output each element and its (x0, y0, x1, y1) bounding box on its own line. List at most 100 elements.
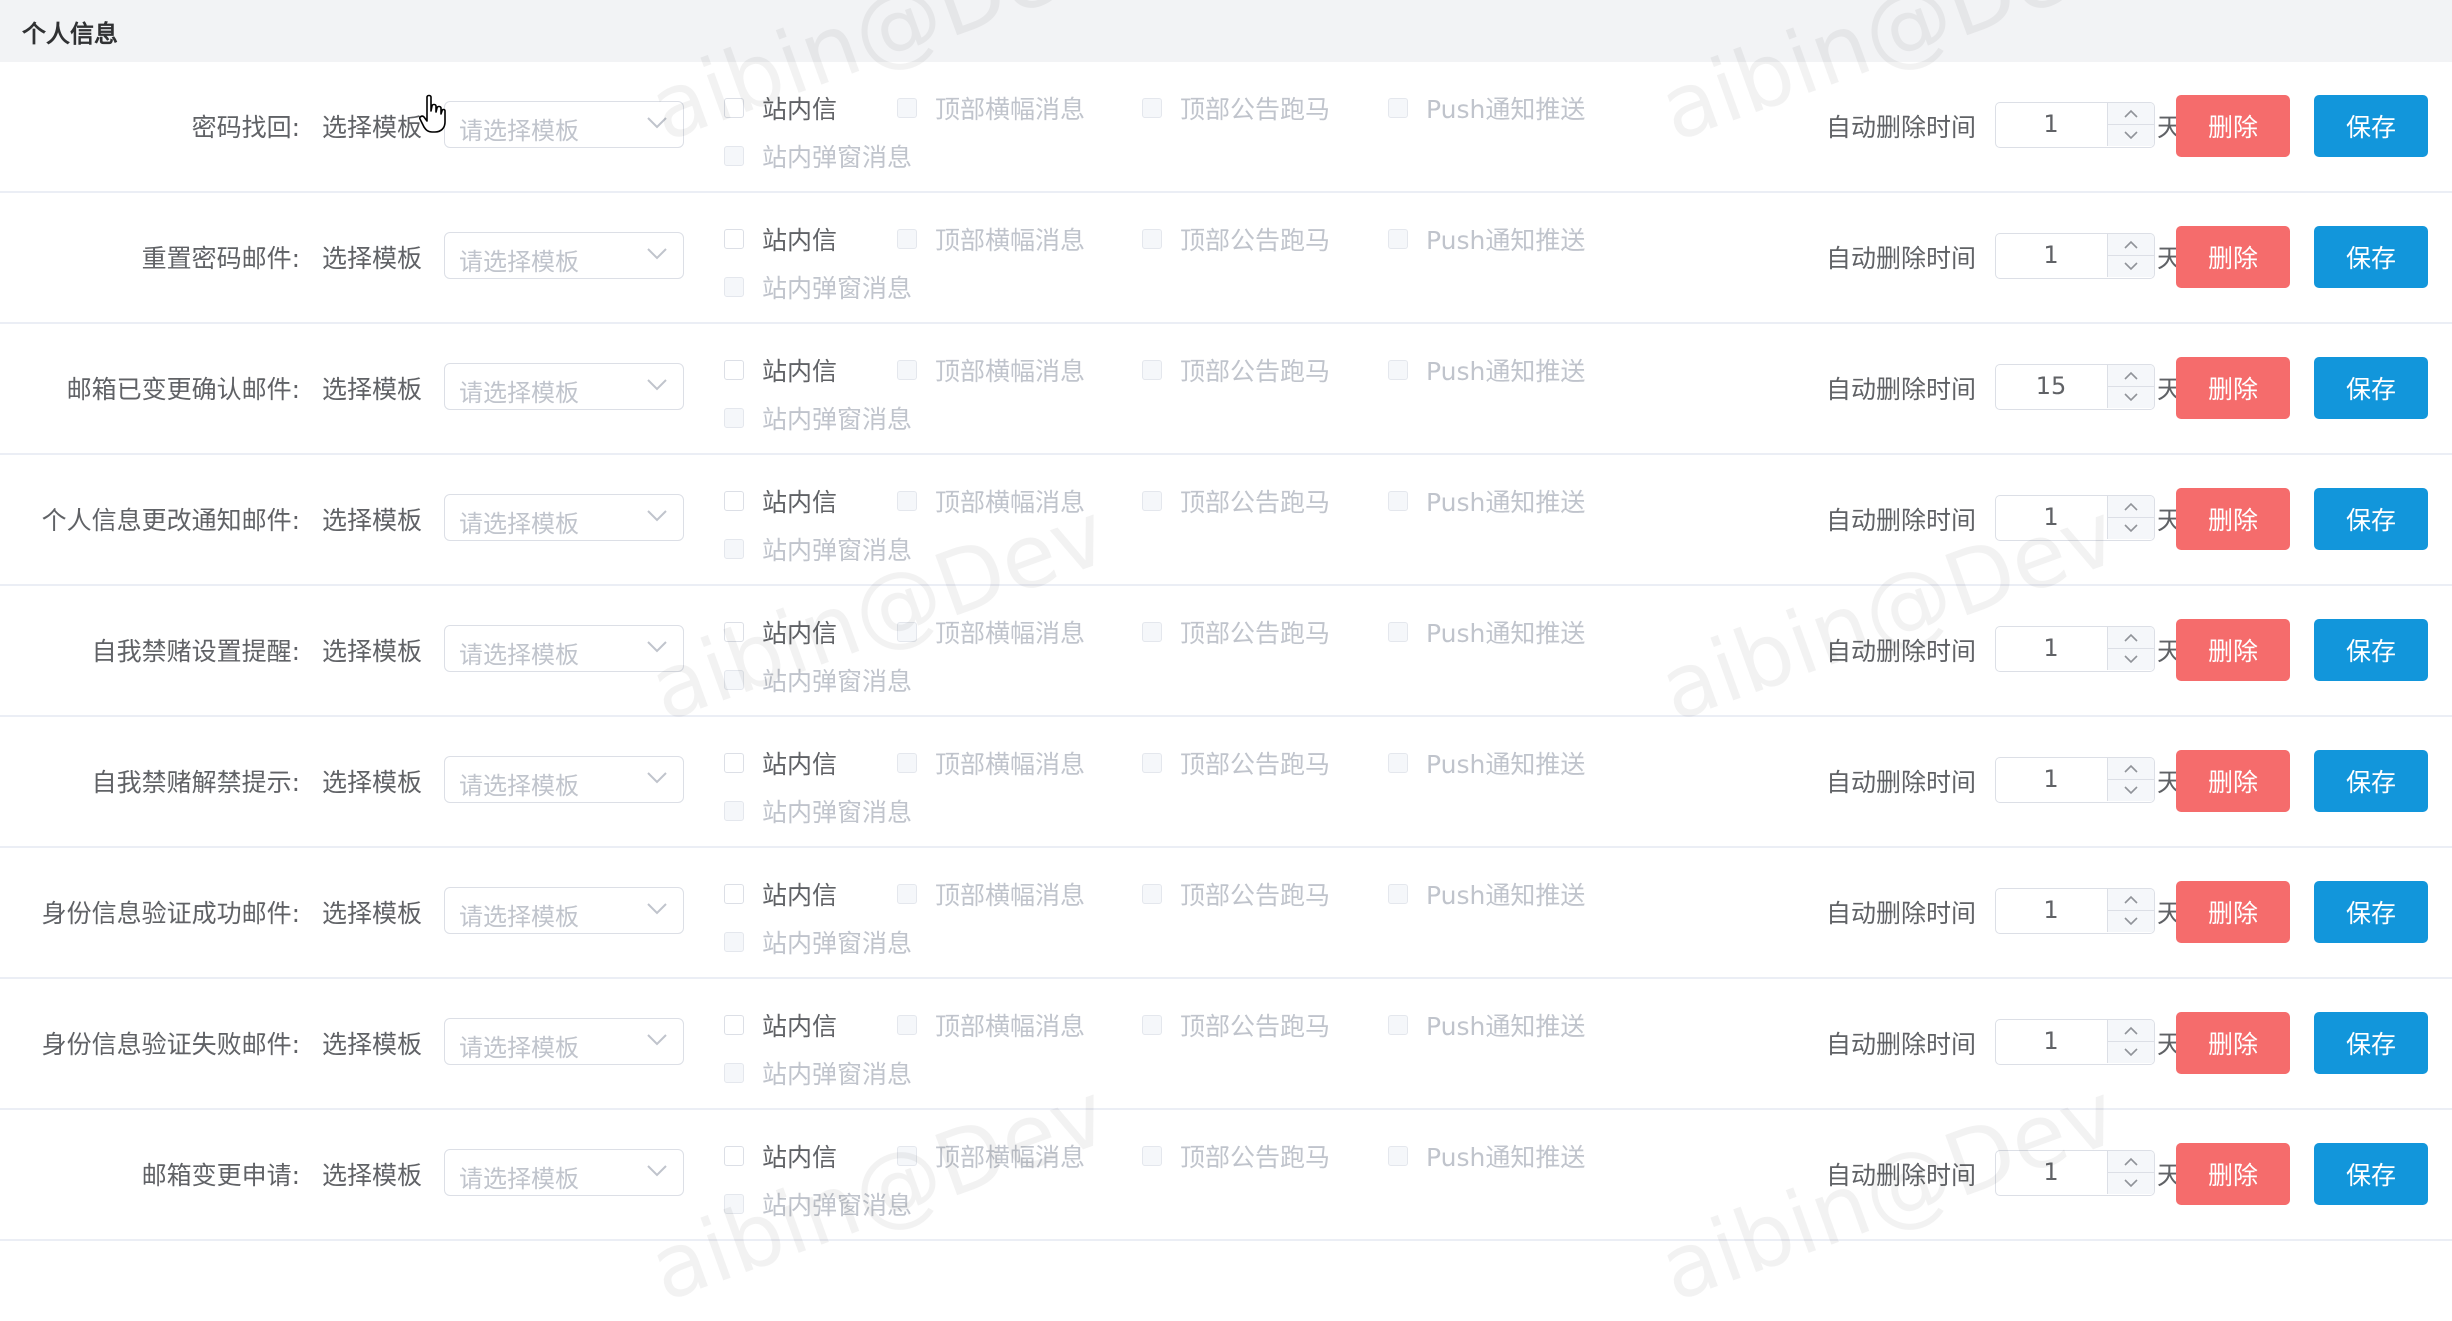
checkbox-inbox[interactable]: 站内信 (724, 1007, 837, 1043)
stepper-down-button[interactable] (2108, 256, 2154, 277)
checkbox-box[interactable] (724, 491, 744, 511)
stepper-down-button[interactable] (2108, 518, 2154, 539)
checkbox-box[interactable] (897, 360, 917, 380)
stepper-down-button[interactable] (2108, 1042, 2154, 1063)
checkbox-box[interactable] (1388, 1015, 1408, 1035)
delete-button[interactable]: 删除 (2176, 226, 2290, 288)
checkbox-inbox[interactable]: 站内信 (724, 483, 837, 519)
checkbox-box[interactable] (1142, 884, 1162, 904)
checkbox-box[interactable] (724, 277, 744, 297)
checkbox-box[interactable] (724, 1194, 744, 1214)
delete-button[interactable]: 删除 (2176, 881, 2290, 943)
template-select[interactable]: 请选择模板 (444, 232, 684, 279)
checkbox-box[interactable] (897, 229, 917, 249)
checkbox-box[interactable] (897, 98, 917, 118)
stepper-up-button[interactable] (2108, 758, 2154, 780)
stepper-up-button[interactable] (2108, 627, 2154, 649)
checkbox-marquee[interactable]: 顶部公告跑马 (1142, 745, 1330, 781)
auto-delete-days-input[interactable]: 1 (1995, 233, 2155, 279)
days-value[interactable]: 1 (1996, 889, 2106, 932)
stepper-up-button[interactable] (2108, 234, 2154, 256)
save-button[interactable]: 保存 (2314, 1143, 2428, 1205)
checkbox-banner[interactable]: 顶部横幅消息 (897, 614, 1085, 650)
checkbox-popup[interactable]: 站内弹窗消息 (724, 1186, 912, 1222)
checkbox-banner[interactable]: 顶部横幅消息 (897, 1138, 1085, 1174)
checkbox-box[interactable] (1142, 622, 1162, 642)
auto-delete-days-input[interactable]: 1 (1995, 888, 2155, 934)
checkbox-box[interactable] (724, 539, 744, 559)
checkbox-marquee[interactable]: 顶部公告跑马 (1142, 352, 1330, 388)
template-select[interactable]: 请选择模板 (444, 1018, 684, 1065)
delete-button[interactable]: 删除 (2176, 750, 2290, 812)
checkbox-inbox[interactable]: 站内信 (724, 90, 837, 126)
checkbox-box[interactable] (724, 670, 744, 690)
checkbox-push[interactable]: Push通知推送 (1388, 614, 1585, 650)
checkbox-box[interactable] (724, 801, 744, 821)
delete-button[interactable]: 删除 (2176, 1012, 2290, 1074)
checkbox-box[interactable] (1142, 229, 1162, 249)
delete-button[interactable]: 删除 (2176, 95, 2290, 157)
checkbox-banner[interactable]: 顶部横幅消息 (897, 221, 1085, 257)
checkbox-popup[interactable]: 站内弹窗消息 (724, 793, 912, 829)
auto-delete-days-input[interactable]: 1 (1995, 626, 2155, 672)
checkbox-push[interactable]: Push通知推送 (1388, 90, 1585, 126)
checkbox-box[interactable] (1142, 98, 1162, 118)
checkbox-popup[interactable]: 站内弹窗消息 (724, 138, 912, 174)
checkbox-box[interactable] (897, 491, 917, 511)
save-button[interactable]: 保存 (2314, 881, 2428, 943)
save-button[interactable]: 保存 (2314, 95, 2428, 157)
save-button[interactable]: 保存 (2314, 226, 2428, 288)
days-value[interactable]: 1 (1996, 234, 2106, 277)
checkbox-box[interactable] (897, 622, 917, 642)
checkbox-box[interactable] (724, 408, 744, 428)
days-value[interactable]: 1 (1996, 1151, 2106, 1194)
checkbox-banner[interactable]: 顶部横幅消息 (897, 90, 1085, 126)
checkbox-box[interactable] (1388, 753, 1408, 773)
stepper-up-button[interactable] (2108, 365, 2154, 387)
checkbox-box[interactable] (1142, 1146, 1162, 1166)
checkbox-banner[interactable]: 顶部横幅消息 (897, 352, 1085, 388)
stepper-down-button[interactable] (2108, 780, 2154, 801)
checkbox-popup[interactable]: 站内弹窗消息 (724, 662, 912, 698)
checkbox-popup[interactable]: 站内弹窗消息 (724, 269, 912, 305)
checkbox-box[interactable] (724, 622, 744, 642)
checkbox-box[interactable] (897, 753, 917, 773)
stepper-up-button[interactable] (2108, 496, 2154, 518)
checkbox-inbox[interactable]: 站内信 (724, 221, 837, 257)
checkbox-banner[interactable]: 顶部横幅消息 (897, 876, 1085, 912)
checkbox-popup[interactable]: 站内弹窗消息 (724, 531, 912, 567)
checkbox-marquee[interactable]: 顶部公告跑马 (1142, 614, 1330, 650)
delete-button[interactable]: 删除 (2176, 357, 2290, 419)
template-select[interactable]: 请选择模板 (444, 1149, 684, 1196)
template-select[interactable]: 请选择模板 (444, 625, 684, 672)
stepper-down-button[interactable] (2108, 387, 2154, 408)
checkbox-box[interactable] (724, 1063, 744, 1083)
days-value[interactable]: 1 (1996, 496, 2106, 539)
checkbox-marquee[interactable]: 顶部公告跑马 (1142, 90, 1330, 126)
checkbox-banner[interactable]: 顶部横幅消息 (897, 483, 1085, 519)
days-value[interactable]: 1 (1996, 1020, 2106, 1063)
checkbox-banner[interactable]: 顶部横幅消息 (897, 1007, 1085, 1043)
auto-delete-days-input[interactable]: 1 (1995, 102, 2155, 148)
days-value[interactable]: 1 (1996, 627, 2106, 670)
checkbox-box[interactable] (1142, 1015, 1162, 1035)
checkbox-box[interactable] (1388, 360, 1408, 380)
stepper-down-button[interactable] (2108, 911, 2154, 932)
checkbox-box[interactable] (724, 932, 744, 952)
save-button[interactable]: 保存 (2314, 357, 2428, 419)
checkbox-marquee[interactable]: 顶部公告跑马 (1142, 221, 1330, 257)
checkbox-box[interactable] (1142, 491, 1162, 511)
delete-button[interactable]: 删除 (2176, 619, 2290, 681)
checkbox-box[interactable] (1388, 98, 1408, 118)
template-select[interactable]: 请选择模板 (444, 494, 684, 541)
stepper-up-button[interactable] (2108, 889, 2154, 911)
checkbox-popup[interactable]: 站内弹窗消息 (724, 400, 912, 436)
save-button[interactable]: 保存 (2314, 1012, 2428, 1074)
auto-delete-days-input[interactable]: 1 (1995, 495, 2155, 541)
days-value[interactable]: 15 (1996, 365, 2106, 408)
auto-delete-days-input[interactable]: 1 (1995, 757, 2155, 803)
checkbox-inbox[interactable]: 站内信 (724, 352, 837, 388)
checkbox-popup[interactable]: 站内弹窗消息 (724, 1055, 912, 1091)
checkbox-box[interactable] (724, 146, 744, 166)
checkbox-marquee[interactable]: 顶部公告跑马 (1142, 1138, 1330, 1174)
